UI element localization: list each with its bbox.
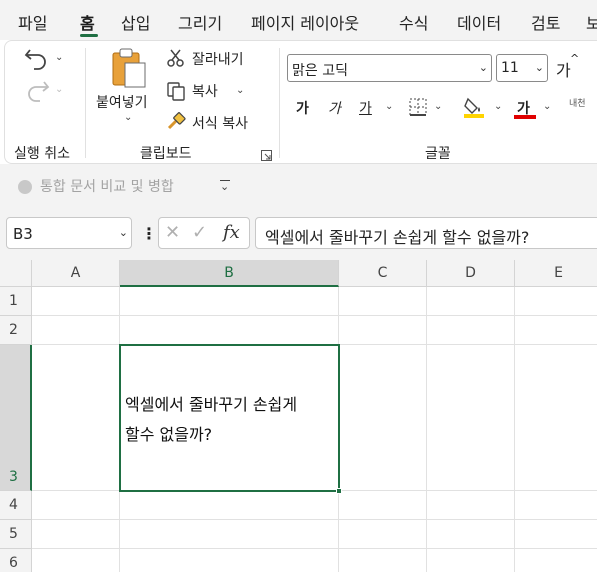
- menu-bar: 파일 홈 삽입 그리기 페이지 레이아웃 수식 데이터 검토 보: [0, 0, 597, 40]
- tab-insert[interactable]: 삽입: [121, 10, 150, 34]
- cell-b3-line-1: 엑셀에서 줄바꾸기 손쉽게: [125, 395, 298, 414]
- borders-icon[interactable]: [408, 97, 428, 121]
- paste-dropdown-icon[interactable]: ⌄: [124, 112, 132, 123]
- paste-label[interactable]: 붙여넣기: [96, 92, 148, 112]
- undo-dropdown-icon[interactable]: ⌄: [55, 52, 63, 63]
- tab-page-layout[interactable]: 페이지 레이아웃: [251, 10, 359, 34]
- cell-b3-line-2: 할수 없을까?: [125, 425, 213, 444]
- font-color-bar: [514, 115, 536, 119]
- chevron-down-icon: ⌄: [118, 226, 128, 239]
- tab-formulas[interactable]: 수식: [399, 10, 428, 34]
- font-name-select[interactable]: 맑은 고딕 ⌄: [287, 54, 492, 82]
- column-header-d[interactable]: D: [427, 260, 515, 287]
- compare-merge-label[interactable]: 통합 문서 비교 및 병합: [40, 176, 174, 196]
- cut-label[interactable]: 잘라내기: [192, 49, 244, 69]
- row-header-1[interactable]: 1: [0, 287, 32, 316]
- grow-font-button[interactable]: 가: [556, 57, 571, 81]
- column-header-c[interactable]: C: [339, 260, 427, 287]
- copy-icon[interactable]: [166, 81, 186, 105]
- divider: [85, 48, 86, 158]
- font-size-value: 11: [501, 60, 519, 76]
- name-box-value: B3: [13, 225, 33, 243]
- row-header-4[interactable]: 4: [0, 491, 32, 520]
- cancel-icon[interactable]: ✕: [165, 222, 180, 243]
- tab-draw[interactable]: 그리기: [178, 10, 222, 34]
- italic-button[interactable]: 가: [328, 98, 341, 118]
- formula-buttons: ✕ ✓ fx: [158, 217, 250, 249]
- insert-function-button[interactable]: fx: [223, 222, 240, 243]
- borders-dropdown-icon[interactable]: ⌄: [434, 101, 442, 112]
- tab-data[interactable]: 데이터: [457, 10, 501, 34]
- more-options-icon[interactable]: ⋮: [141, 224, 157, 243]
- paste-icon[interactable]: [110, 47, 148, 93]
- redo-dropdown-icon[interactable]: ⌄: [55, 84, 63, 95]
- column-header-b[interactable]: B: [120, 260, 339, 287]
- copy-label[interactable]: 복사: [192, 81, 218, 101]
- fill-color-icon[interactable]: [463, 95, 485, 123]
- tab-file[interactable]: 파일: [18, 10, 47, 34]
- cell-b3-content: 엑셀에서 줄바꾸기 손쉽게 할수 없을까?: [125, 390, 337, 450]
- clipboard-launcher-icon[interactable]: [261, 146, 272, 165]
- cut-icon[interactable]: [166, 48, 186, 72]
- gridline: [32, 519, 597, 520]
- font-group-label: 글꼴: [425, 146, 451, 162]
- font-color-dropdown-icon[interactable]: ⌄: [543, 101, 551, 112]
- fill-handle[interactable]: [336, 488, 342, 494]
- gridline: [514, 287, 515, 572]
- bold-button[interactable]: 가: [296, 98, 309, 118]
- font-size-select[interactable]: 11 ⌄: [496, 54, 548, 82]
- row-header-2[interactable]: 2: [0, 316, 32, 345]
- row-header-3[interactable]: 3: [0, 345, 32, 491]
- gridline: [426, 287, 427, 572]
- copy-dropdown-icon[interactable]: ⌄: [236, 85, 244, 96]
- tab-review[interactable]: 검토: [531, 10, 560, 34]
- format-painter-icon[interactable]: [166, 111, 186, 135]
- customize-dropdown-icon[interactable]: ⌄: [220, 180, 229, 193]
- row-header-6[interactable]: 6: [0, 549, 32, 572]
- underline-button[interactable]: 가: [359, 98, 372, 118]
- select-all-corner[interactable]: [0, 260, 32, 287]
- active-tab-indicator: [80, 34, 98, 37]
- clipboard-group-label: 클립보드: [140, 146, 192, 162]
- row-header-5[interactable]: 5: [0, 520, 32, 549]
- compare-merge-icon: [16, 178, 34, 200]
- gridline: [32, 548, 597, 549]
- undo-group-label: 실행 취소: [14, 146, 70, 162]
- gridline: [32, 315, 597, 316]
- column-header-e[interactable]: E: [515, 260, 597, 287]
- wrap-text-button[interactable]: 내천: [569, 96, 586, 109]
- column-header-a[interactable]: A: [32, 260, 120, 287]
- tab-view[interactable]: 보: [586, 10, 597, 34]
- chevron-down-icon: ⌄: [534, 61, 544, 74]
- chevron-down-icon: ⌄: [478, 61, 488, 74]
- name-box[interactable]: B3 ⌄: [6, 217, 132, 249]
- formula-content: 엑셀에서 줄바꾸기 손쉽게 할수 없을까?: [265, 228, 530, 247]
- format-painter-label[interactable]: 서식 복사: [192, 113, 248, 133]
- customize-bar: [220, 180, 230, 181]
- fill-color-dropdown-icon[interactable]: ⌄: [494, 101, 502, 112]
- divider: [279, 48, 280, 158]
- formula-input[interactable]: 엑셀에서 줄바꾸기 손쉽게 할수 없을까?: [255, 217, 597, 249]
- enter-icon[interactable]: ✓: [192, 222, 207, 243]
- undo-icon[interactable]: [24, 46, 50, 74]
- redo-icon[interactable]: [24, 78, 50, 106]
- font-name-value: 맑은 고딕: [292, 63, 348, 79]
- grow-font-caret-icon: ^: [570, 52, 580, 65]
- underline-dropdown-icon[interactable]: ⌄: [385, 101, 393, 112]
- tab-home[interactable]: 홈: [80, 10, 95, 34]
